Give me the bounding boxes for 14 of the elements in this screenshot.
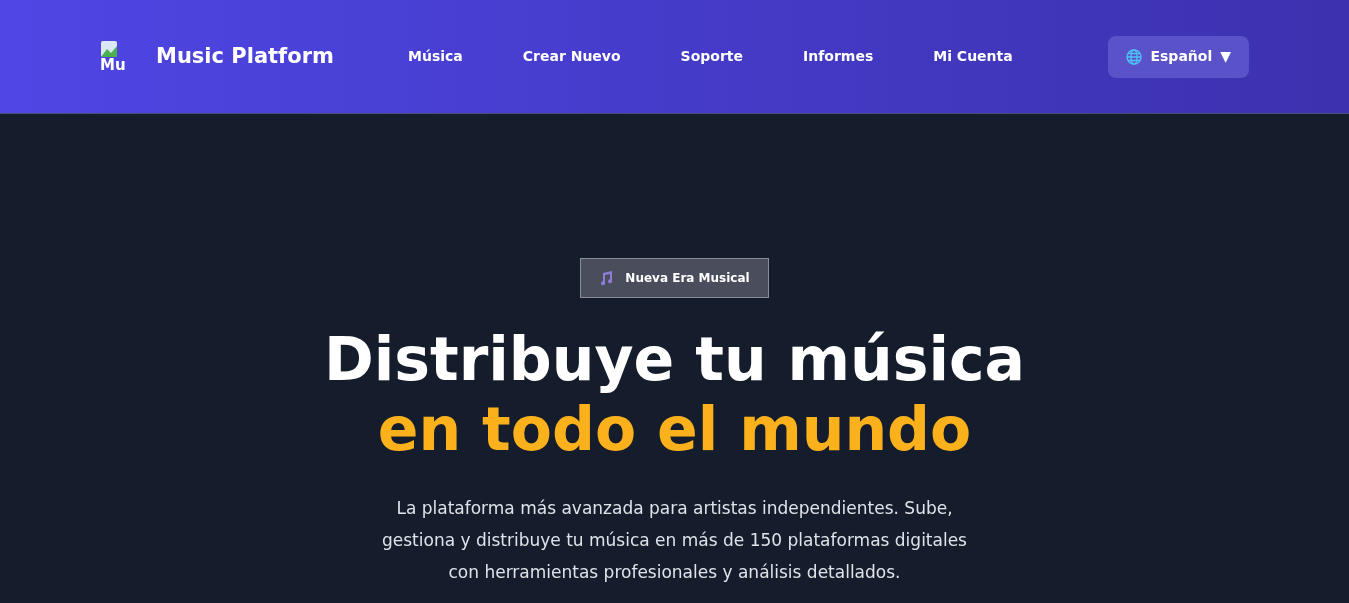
nav-link[interactable]: Soporte [680,46,744,67]
badge: Nueva Era Musical [580,258,769,298]
nav-link[interactable]: Crear Nuevo [522,46,621,67]
broken-image-icon [100,40,118,58]
hero-description: La plataforma más avanzada para artistas independientes. Sube, gestiona y distribuye tu música en más de 150 plataformas digitales con herramientas profesionales y análisis detallados. [381,497,968,584]
hero-headline: Distribuye tu música en todo el mundo [322,324,1027,464]
nav-link[interactable]: Música [408,46,463,67]
language-selector[interactable]: Español ▼ [1108,35,1249,78]
logo-alt-text: Mu [100,58,126,73]
nav-link[interactable]: Mi Cuenta [933,46,1013,67]
brand-name: Music Platform [156,42,334,70]
globe-icon [1126,48,1143,65]
nav-link[interactable]: Informes [803,46,874,67]
music-note-icon [599,271,614,285]
